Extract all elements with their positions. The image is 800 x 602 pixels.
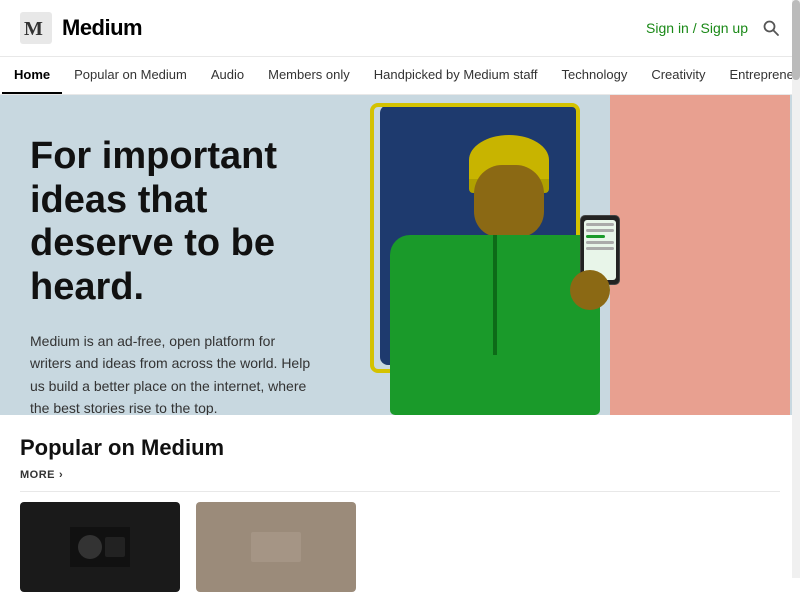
screen-line-2 xyxy=(586,229,614,232)
thumbnail-image-1 xyxy=(70,527,130,567)
screen-line-1 xyxy=(586,223,614,226)
phone-hand xyxy=(565,215,620,310)
site-header: M Medium Sign in / Sign up xyxy=(0,0,800,57)
thumbnail-image-2 xyxy=(246,527,306,567)
hero-section: For important ideas that deserve to be h… xyxy=(0,95,800,415)
screen-line-4 xyxy=(586,247,614,250)
search-button[interactable] xyxy=(762,19,780,37)
divider xyxy=(20,491,780,492)
hand-skin xyxy=(570,270,610,310)
hero-subtext: Medium is an ad-free, open platform for … xyxy=(30,330,320,415)
person-head xyxy=(464,135,554,235)
popular-section: Popular on Medium MORE › xyxy=(0,415,800,602)
hero-heading: For important ideas that deserve to be h… xyxy=(30,135,320,310)
nav-item-entrepreneurship[interactable]: Entrepreneurship xyxy=(718,57,800,94)
nav-item-audio[interactable]: Audio xyxy=(199,57,256,94)
site-title: Medium xyxy=(62,15,142,41)
nav-item-handpicked[interactable]: Handpicked by Medium staff xyxy=(362,57,550,94)
nav-item-creativity[interactable]: Creativity xyxy=(639,57,717,94)
more-label: MORE xyxy=(20,469,55,481)
article-thumbnail-1[interactable] xyxy=(20,502,180,592)
nav-item-technology[interactable]: Technology xyxy=(550,57,640,94)
nav-list: Home Popular on Medium Audio Members onl… xyxy=(0,57,800,94)
header-left: M Medium xyxy=(20,12,142,44)
screen-line-green xyxy=(586,235,605,238)
nav-item-home[interactable]: Home xyxy=(2,57,62,94)
hero-text-area: For important ideas that deserve to be h… xyxy=(0,95,350,415)
person-body xyxy=(390,135,610,415)
nav-item-members[interactable]: Members only xyxy=(256,57,362,94)
search-icon xyxy=(762,19,780,37)
medium-logo-icon: M xyxy=(20,12,52,44)
article-thumbnail-2[interactable] xyxy=(196,502,356,592)
article-grid xyxy=(20,502,780,592)
nav-item-popular[interactable]: Popular on Medium xyxy=(62,57,199,94)
screen-line-3 xyxy=(586,241,614,244)
jacket-zipper xyxy=(493,235,497,355)
hero-person-figure xyxy=(360,95,640,415)
head-skin xyxy=(474,165,544,237)
scrollbar-thumb[interactable] xyxy=(792,0,800,80)
chevron-right-icon: › xyxy=(59,469,63,481)
more-link[interactable]: MORE › xyxy=(20,469,780,481)
main-nav: Home Popular on Medium Audio Members onl… xyxy=(0,57,800,95)
svg-text:M: M xyxy=(24,18,43,40)
popular-title: Popular on Medium xyxy=(20,435,780,461)
header-right: Sign in / Sign up xyxy=(646,19,780,37)
sign-in-link[interactable]: Sign in / Sign up xyxy=(646,20,748,36)
hero-illustration xyxy=(340,95,800,415)
